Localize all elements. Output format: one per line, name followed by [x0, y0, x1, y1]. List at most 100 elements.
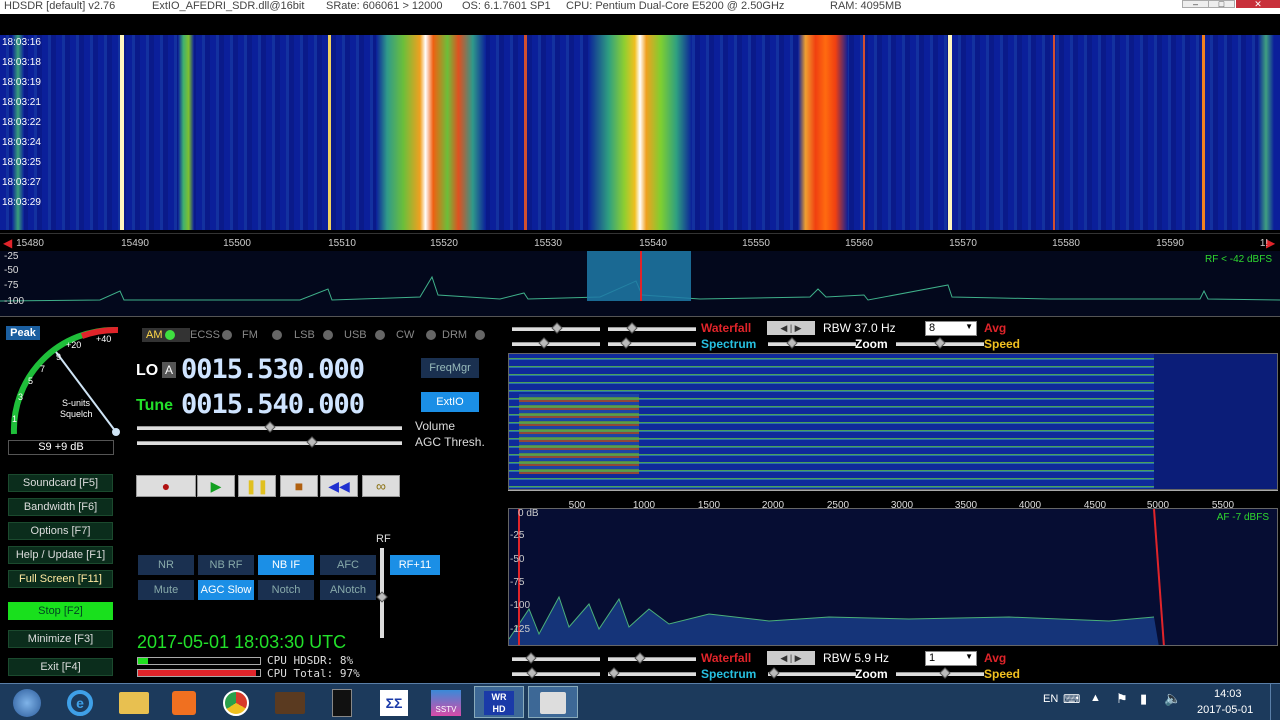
- taskbar-chrome[interactable]: [214, 686, 258, 718]
- af-spectrum-slider-2-thumb[interactable]: [608, 667, 620, 679]
- maximize-window-button[interactable]: □: [1208, 0, 1235, 9]
- stop-playback-button[interactable]: ■: [280, 475, 318, 497]
- full-screen-button[interactable]: Full Screen [F11]: [8, 570, 113, 588]
- scroll-left-icon[interactable]: ◀: [3, 236, 12, 250]
- peak-button[interactable]: Peak: [6, 326, 40, 340]
- waterfall-timestamp: 18:03:27: [2, 177, 41, 188]
- exit-button[interactable]: Exit [F4]: [8, 658, 113, 676]
- frequency-axis[interactable]: ◀ ▶ 15480 15490 15500 15510 15520 15530 15540 1…: [0, 233, 1280, 251]
- mode-drm-button[interactable]: DRM: [442, 328, 490, 342]
- waterfall-slider-2-thumb[interactable]: [626, 322, 638, 334]
- agc-slow-button[interactable]: AGC Slow: [198, 580, 254, 600]
- start-button[interactable]: [0, 686, 54, 718]
- mode-usb-button[interactable]: USB: [344, 328, 392, 342]
- main-waterfall[interactable]: 18:03:16 18:03:18 18:03:19 18:03:21 18:03:22…: [0, 35, 1280, 230]
- af-spectrum[interactable]: AF -7 dBFS: [508, 508, 1278, 646]
- taskbar-explorer[interactable]: [112, 686, 156, 718]
- minimize-button[interactable]: Minimize [F3]: [8, 630, 113, 648]
- zoom-slider-bottom[interactable]: [768, 672, 856, 676]
- tune-marker[interactable]: [640, 251, 642, 301]
- loop-button[interactable]: ∞: [362, 475, 400, 497]
- record-button[interactable]: ●: [136, 475, 196, 497]
- zoom-slider-bottom-thumb[interactable]: [768, 667, 780, 679]
- avg-select-top[interactable]: 8 ▼: [925, 321, 977, 336]
- signal-icon[interactable]: ▮: [1140, 691, 1147, 707]
- extio-button[interactable]: ExtIO: [421, 392, 479, 412]
- rewind-button[interactable]: ◀◀: [320, 475, 358, 497]
- spectrum-slider-1[interactable]: [512, 342, 600, 346]
- speed-slider-bottom-thumb[interactable]: [939, 667, 951, 679]
- waterfall-timestamp: 18:03:24: [2, 137, 41, 148]
- agc-thresh-slider[interactable]: [137, 441, 402, 445]
- mode-am-button[interactable]: AM: [142, 328, 190, 342]
- waterfall-slider-2[interactable]: [608, 327, 696, 331]
- anotch-button[interactable]: ANotch: [320, 580, 376, 600]
- mode-cw-button[interactable]: CW: [396, 328, 444, 342]
- taskbar-app-7[interactable]: [320, 686, 364, 718]
- stop-button[interactable]: Stop [F2]: [8, 602, 113, 620]
- lo-a-button[interactable]: A: [162, 362, 176, 378]
- mute-button[interactable]: Mute: [138, 580, 194, 600]
- rf-gain-slider-thumb[interactable]: [376, 591, 388, 603]
- waterfall-slider-1-thumb[interactable]: [551, 322, 563, 334]
- af-waterfall-slider-1-thumb[interactable]: [525, 652, 537, 664]
- tray-expand-icon[interactable]: ▲: [1090, 692, 1101, 704]
- rbw-bottom-left-arrow-icon[interactable]: ◀: [780, 653, 787, 663]
- af-waterfall[interactable]: [508, 353, 1278, 490]
- taskbar-hdsdr[interactable]: WR HD: [474, 686, 524, 718]
- volume-slider-thumb[interactable]: [264, 421, 276, 433]
- rbw-right-arrow-icon[interactable]: ▶: [795, 323, 802, 333]
- rbw-bottom-right-arrow-icon[interactable]: ▶: [795, 653, 802, 663]
- flag-icon[interactable]: ⚑: [1116, 691, 1128, 707]
- freqmgr-button[interactable]: FreqMgr: [421, 358, 479, 378]
- nb-if-button[interactable]: NB IF: [258, 555, 314, 575]
- show-desktop-button[interactable]: [1270, 684, 1280, 720]
- close-window-button[interactable]: ✕: [1236, 0, 1280, 9]
- keyboard-icon[interactable]: ⌨: [1063, 692, 1080, 706]
- mode-lsb-button[interactable]: LSB: [294, 328, 342, 342]
- clock-date[interactable]: 2017-05-01: [1197, 704, 1253, 716]
- tune-frequency-display[interactable]: 0015.540.000: [181, 389, 365, 420]
- clock-time[interactable]: 14:03: [1214, 688, 1242, 700]
- speed-slider-top-thumb[interactable]: [934, 337, 946, 349]
- taskbar-media-player[interactable]: [162, 686, 206, 718]
- af-waterfall-slider-2[interactable]: [608, 657, 696, 661]
- afc-button[interactable]: AFC: [320, 555, 376, 575]
- spectrum-slider-1-thumb[interactable]: [538, 337, 550, 349]
- bandwidth-button[interactable]: Bandwidth [F6]: [8, 498, 113, 516]
- s-scale-1: 1: [12, 414, 18, 424]
- help-update-button[interactable]: Help / Update [F1]: [8, 546, 113, 564]
- mode-ecss-button[interactable]: ECSS: [190, 328, 238, 342]
- language-indicator[interactable]: EN: [1043, 693, 1058, 705]
- pause-button[interactable]: ❚❚: [238, 475, 276, 497]
- speaker-icon[interactable]: 🔈: [1164, 690, 1181, 707]
- soundcard-button[interactable]: Soundcard [F5]: [8, 474, 113, 492]
- agc-thresh-slider-thumb[interactable]: [306, 436, 318, 448]
- minimize-window-button[interactable]: –: [1182, 0, 1209, 9]
- rf-plus11-button[interactable]: RF+11: [390, 555, 440, 575]
- af-waterfall-slider-2-thumb[interactable]: [634, 652, 646, 664]
- zoom-slider-top[interactable]: [768, 342, 856, 346]
- nr-button[interactable]: NR: [138, 555, 194, 575]
- filter-passband-highlight[interactable]: [587, 251, 691, 301]
- taskbar-app-8[interactable]: ΣΣ: [372, 686, 416, 718]
- rbw-arrows-bottom[interactable]: ◀ | ▶: [767, 651, 815, 665]
- af-spectrum-slider-2[interactable]: [608, 672, 696, 676]
- mode-fm-button[interactable]: FM: [242, 328, 290, 342]
- nb-rf-button[interactable]: NB RF: [198, 555, 254, 575]
- options-button[interactable]: Options [F7]: [8, 522, 113, 540]
- avg-label-top: Avg: [984, 321, 1007, 335]
- notch-button[interactable]: Notch: [258, 580, 314, 600]
- taskbar-app-11[interactable]: [528, 686, 578, 718]
- play-button[interactable]: ▶: [197, 475, 235, 497]
- af-spectrum-slider-1-thumb[interactable]: [526, 667, 538, 679]
- zoom-slider-top-thumb[interactable]: [786, 337, 798, 349]
- rbw-arrows-top[interactable]: ◀ | ▶: [767, 321, 815, 335]
- lo-frequency-display[interactable]: 0015.530.000: [181, 354, 365, 385]
- taskbar-radio[interactable]: [268, 686, 312, 718]
- avg-select-bottom[interactable]: 1 ▼: [925, 651, 977, 666]
- taskbar-sstv[interactable]: SSTV: [424, 686, 468, 718]
- spectrum-slider-2-thumb[interactable]: [620, 337, 632, 349]
- rbw-left-arrow-icon[interactable]: ◀: [780, 323, 787, 333]
- taskbar-ie[interactable]: e: [58, 686, 102, 718]
